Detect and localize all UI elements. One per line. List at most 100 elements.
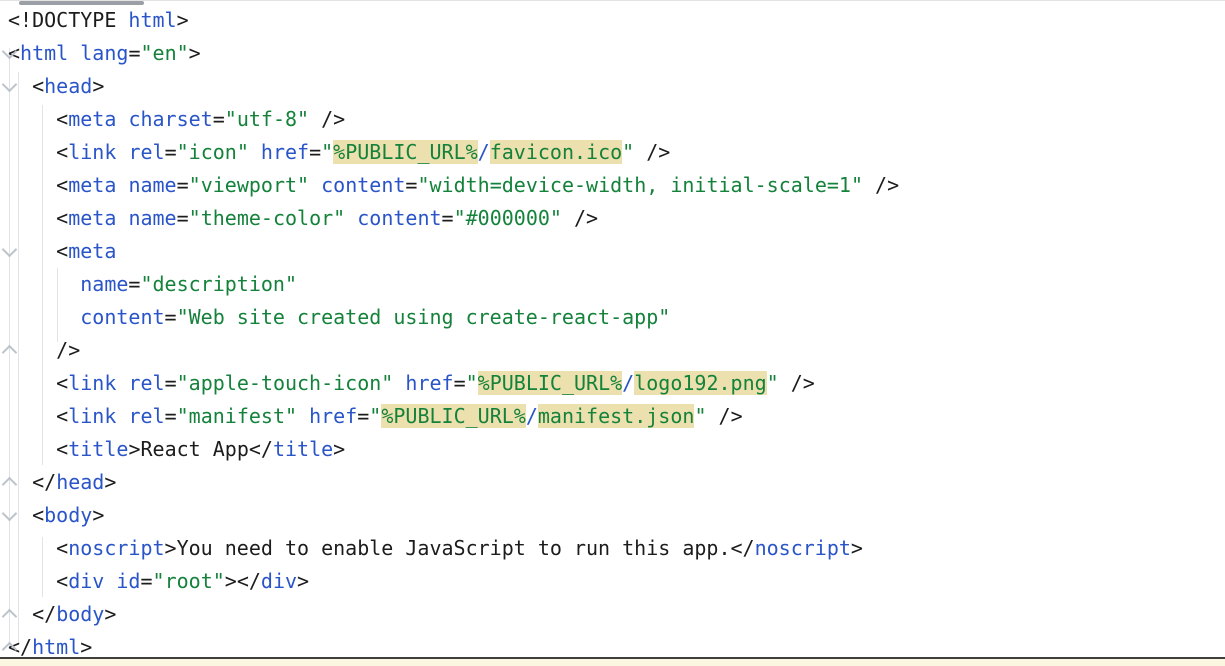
code-line[interactable]: <!DOCTYPE html> [8,4,1225,37]
code-token-tag: div [68,569,104,593]
code-line[interactable]: <meta charset="utf-8" /> [8,103,1225,136]
code-token-punct: > [92,74,104,98]
code-line[interactable]: <meta [8,235,1225,268]
code-token-punct: = [165,140,177,164]
code-token-tag: title [273,437,333,461]
code-token-text [8,437,56,461]
code-token-string: "root" [153,569,225,593]
code-token-attr: rel [128,371,164,395]
code-token-text [634,140,646,164]
code-token-sep: / [622,371,634,395]
code-token-punct: > [189,41,201,65]
code-line[interactable]: <meta name="viewport" content="width=dev… [8,169,1225,202]
code-area[interactable]: <!DOCTYPE html><html lang="en"> <head> <… [0,4,1225,664]
code-token-string: "Web site created using create-react-app… [177,305,671,329]
code-token-file: manifest.json [538,404,695,428]
code-token-attr: name [128,173,176,197]
code-token-text [8,272,80,296]
code-line[interactable]: <title>React App</title> [8,433,1225,466]
code-token-string: " [694,404,706,428]
code-token-punct: = [213,107,225,131]
code-token-string: "icon" [177,140,249,164]
code-token-punct: > [165,536,177,560]
code-token-string: "width=device-width, initial-scale=1" [417,173,863,197]
code-token-text [116,404,128,428]
code-token-text [863,173,875,197]
code-line[interactable]: </body> [8,598,1225,631]
code-token-text [249,140,261,164]
code-token-punct: < [56,206,68,230]
code-token-attr: href [261,140,309,164]
code-token-sep: / [478,140,490,164]
code-token-punct: > [177,8,189,32]
code-line[interactable]: <html lang="en"> [8,37,1225,70]
code-token-text [345,206,357,230]
code-token-text [309,173,321,197]
code-line[interactable]: <div id="root"></div> [8,565,1225,598]
code-line[interactable]: content="Web site created using create-r… [8,301,1225,334]
code-token-attr: content [321,173,405,197]
code-token-punct: < [32,503,44,527]
code-line[interactable]: <link rel="apple-touch-icon" href="%PUBL… [8,367,1225,400]
code-token-attr: charset [128,107,212,131]
code-token-text [116,371,128,395]
code-token-punct: /> [56,338,80,362]
code-token-text [116,173,128,197]
code-token-punct: < [56,239,68,263]
code-token-punct: < [56,569,68,593]
code-token-punct: /> [791,371,815,395]
code-token-attr: name [80,272,128,296]
code-token-string: "en" [140,41,188,65]
code-token-punct: < [56,404,68,428]
code-line[interactable]: /> [8,334,1225,367]
code-token-punct: /> [321,107,345,131]
code-token-tag: meta [68,107,116,131]
code-token-text [779,371,791,395]
code-line[interactable]: <body> [8,499,1225,532]
code-line[interactable]: </head> [8,466,1225,499]
code-token-string: " [622,140,634,164]
code-token-string: "apple-touch-icon" [177,371,394,395]
code-token-tag: html [128,8,176,32]
code-token-string: "utf-8" [225,107,309,131]
code-token-punct: /> [719,404,743,428]
code-line[interactable]: <meta name="theme-color" content="#00000… [8,202,1225,235]
code-token-attr: rel [128,140,164,164]
code-token-sep: / [526,404,538,428]
code-token-punct: ></ [225,569,261,593]
code-token-tag: meta [68,239,116,263]
code-token-attr: name [128,206,176,230]
code-token-punct: /> [574,206,598,230]
code-token-punct: = [405,173,417,197]
bottom-panel-edge [0,659,1225,666]
code-token-text [8,206,56,230]
code-token-tag: meta [68,173,116,197]
code-token-punct: > [128,437,140,461]
code-token-tag: head [56,470,104,494]
code-token-text: You need to enable JavaScript to run thi… [177,536,731,560]
code-token-punct: </ [32,602,56,626]
code-token-punct: = [128,41,140,65]
code-token-punct: = [442,206,454,230]
code-token-punct: </ [730,536,754,560]
code-token-punct: /> [646,140,670,164]
code-token-tag: title [68,437,128,461]
code-token-string: "description" [140,272,297,296]
code-token-attr: href [309,404,357,428]
code-token-tag: noscript [68,536,164,560]
code-line[interactable]: <noscript>You need to enable JavaScript … [8,532,1225,565]
code-token-template: %PUBLIC_URL% [381,404,526,428]
code-line[interactable]: <link rel="icon" href="%PUBLIC_URL%/favi… [8,136,1225,169]
code-token-punct: </ [32,470,56,494]
code-line[interactable]: <head> [8,70,1225,103]
code-token-string: " [767,371,779,395]
code-token-punct: <!DOCTYPE [8,8,116,32]
code-token-string: "theme-color" [189,206,346,230]
code-line[interactable]: name="description" [8,268,1225,301]
code-token-tag: link [68,371,116,395]
code-line[interactable]: <link rel="manifest" href="%PUBLIC_URL%/… [8,400,1225,433]
code-token-text [8,173,56,197]
code-token-file: favicon.ico [490,140,622,164]
code-token-tag: noscript [755,536,851,560]
code-token-text [706,404,718,428]
